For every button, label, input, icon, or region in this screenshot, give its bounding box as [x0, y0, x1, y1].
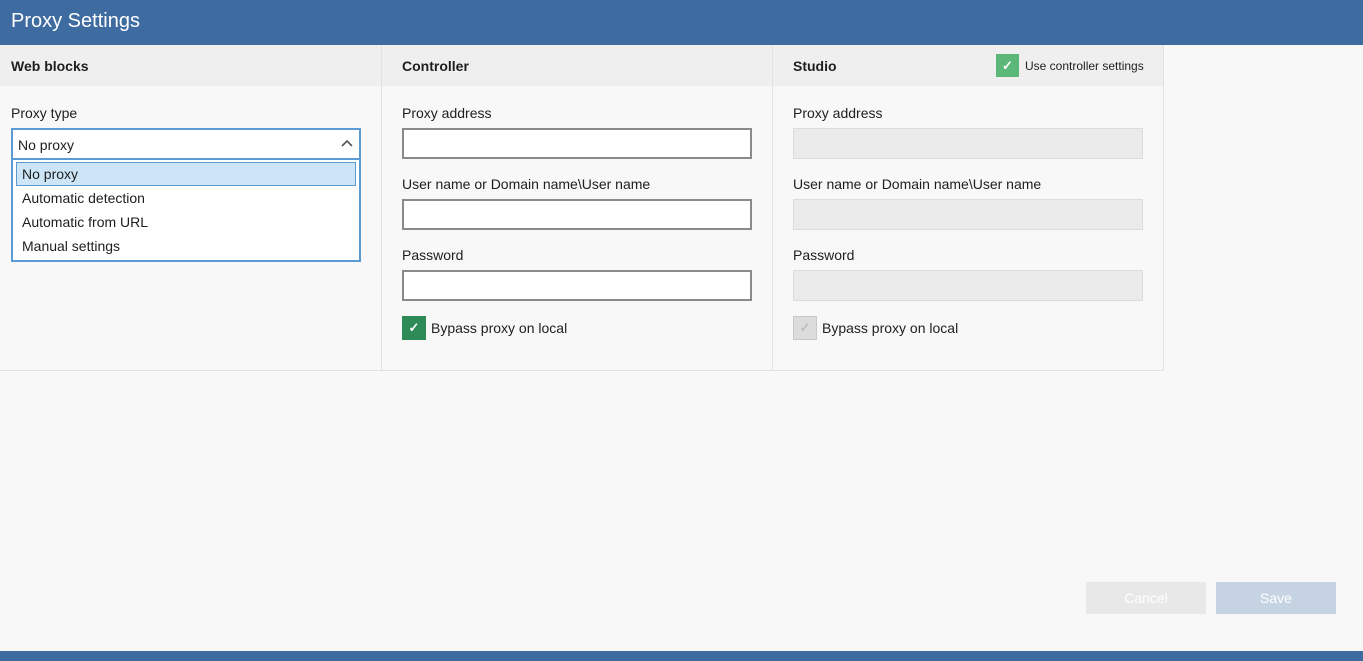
- use-controller-settings-checkbox[interactable]: ✓: [996, 54, 1019, 77]
- studio-password-input: [793, 270, 1143, 301]
- proxy-type-label: Proxy type: [11, 105, 78, 121]
- proxy-option-automatic-from-url[interactable]: Automatic from URL: [16, 210, 356, 234]
- proxy-option-automatic-detection[interactable]: Automatic detection: [16, 186, 356, 210]
- studio-proxy-address-input: [793, 128, 1143, 159]
- chevron-up-icon: [340, 133, 354, 156]
- proxy-option-manual-settings[interactable]: Manual settings: [16, 234, 356, 258]
- proxy-type-dropdown: No proxy Automatic detection Automatic f…: [11, 159, 361, 262]
- proxy-type-select[interactable]: No proxy: [11, 128, 361, 160]
- proxy-type-value: No proxy: [18, 137, 75, 153]
- controller-heading: Controller: [382, 45, 772, 86]
- controller-username-label: User name or Domain name\User name: [402, 176, 651, 192]
- studio-password-label: Password: [793, 247, 855, 263]
- window-title: Proxy Settings: [0, 0, 1363, 45]
- use-controller-settings-label: Use controller settings: [1025, 59, 1144, 73]
- cancel-button[interactable]: Cancel: [1086, 582, 1206, 614]
- controller-password-input[interactable]: [402, 270, 752, 301]
- controller-panel: Controller Proxy address User name or Do…: [382, 45, 773, 371]
- check-icon: ✓: [1002, 57, 1013, 73]
- web-blocks-heading: Web blocks: [0, 45, 381, 86]
- studio-panel: Studio ✓ Use controller settings Proxy a…: [773, 45, 1164, 371]
- web-blocks-panel: Web blocks Proxy type No proxy No proxy …: [0, 45, 382, 371]
- studio-heading: Studio: [793, 58, 837, 74]
- bottom-bar: [0, 651, 1363, 661]
- check-icon: ✓: [408, 320, 420, 335]
- controller-bypass-checkbox[interactable]: ✓: [402, 316, 426, 340]
- check-icon: ✓: [799, 320, 811, 335]
- studio-header: Studio ✓ Use controller settings: [773, 45, 1163, 86]
- studio-username-label: User name or Domain name\User name: [793, 176, 1042, 192]
- controller-proxy-address-input[interactable]: [402, 128, 752, 159]
- controller-proxy-address-label: Proxy address: [402, 105, 492, 121]
- studio-username-input: [793, 199, 1143, 230]
- studio-proxy-address-label: Proxy address: [793, 105, 883, 121]
- controller-password-label: Password: [402, 247, 464, 263]
- studio-bypass-checkbox: ✓: [793, 316, 817, 340]
- save-button[interactable]: Save: [1216, 582, 1336, 614]
- controller-bypass-label: Bypass proxy on local: [431, 320, 568, 336]
- studio-bypass-label: Bypass proxy on local: [822, 320, 959, 336]
- controller-username-input[interactable]: [402, 199, 752, 230]
- proxy-option-no-proxy[interactable]: No proxy: [16, 162, 356, 186]
